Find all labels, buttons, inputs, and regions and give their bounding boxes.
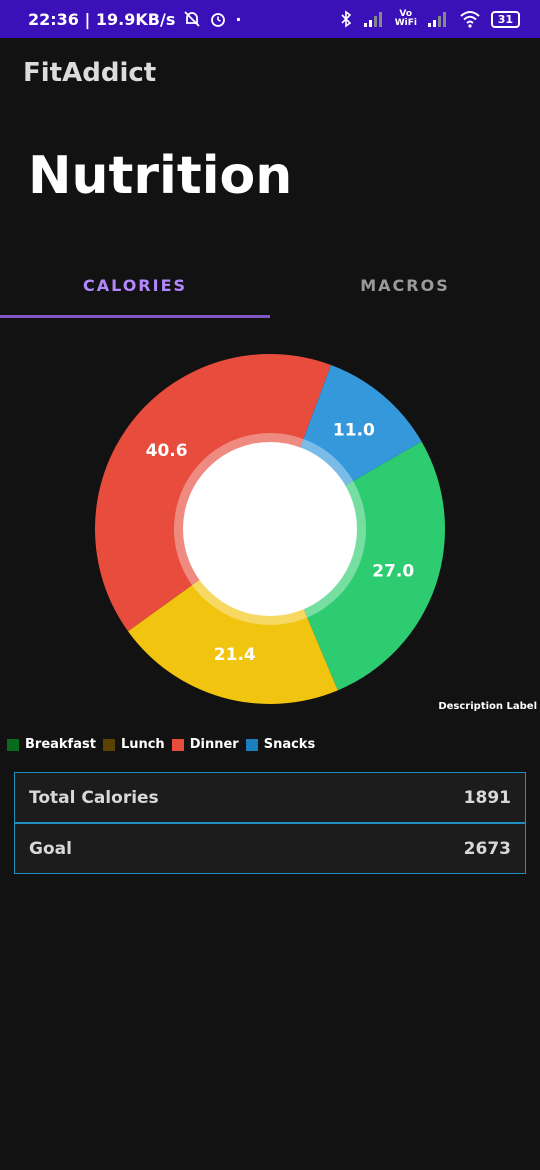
bluetooth-icon: [339, 10, 353, 28]
legend-label: Snacks: [263, 737, 316, 752]
slice-value-label-snacks: 11.0: [333, 421, 375, 441]
goal-value: 2673: [463, 838, 511, 859]
status-time-speed: 22:36 | 19.9KB/s: [28, 9, 176, 29]
chart-legend: Breakfast Lunch Dinner Snacks: [7, 737, 322, 752]
status-right: Vo WiFi 31: [339, 10, 520, 28]
signal-icon-2: [427, 11, 449, 27]
slice-value-label-breakfast: 27.0: [372, 561, 414, 581]
legend-label: Lunch: [120, 737, 165, 752]
tab-macros[interactable]: MACROS: [270, 262, 540, 318]
legend-item-snacks: Snacks: [245, 737, 316, 752]
legend-item-lunch: Lunch: [102, 737, 165, 752]
signal-icon: [363, 11, 385, 27]
legend-item-dinner: Dinner: [171, 737, 239, 752]
mute-bell-icon: [183, 10, 201, 28]
legend-swatch: [102, 738, 115, 751]
page-title: Nutrition: [28, 146, 293, 206]
goal-label: Goal: [29, 838, 72, 859]
calories-pie-chart[interactable]: 27.0 21.4 40.6 11.0: [0, 340, 540, 720]
wifi-icon: [459, 10, 481, 28]
chart-description-label: Description Label: [438, 701, 537, 712]
legend-swatch: [7, 738, 19, 751]
dot-icon: ·: [235, 9, 242, 29]
goal-row: Goal 2673: [14, 823, 526, 874]
tab-bar: CALORIES MACROS: [0, 262, 540, 318]
alarm-icon: [209, 10, 227, 28]
chart-hole: [183, 442, 357, 616]
legend-swatch: [171, 738, 184, 751]
legend-label: Breakfast: [25, 737, 96, 752]
vowifi-label: Vo WiFi: [394, 9, 417, 28]
battery-icon: 31: [490, 10, 520, 28]
total-calories-label: Total Calories: [29, 787, 159, 808]
legend-item-breakfast: Breakfast: [7, 737, 96, 752]
legend-swatch: [245, 738, 258, 751]
status-bar: 22:36 | 19.9KB/s · Vo WiFi 31: [0, 0, 540, 38]
app-title: FitAddict: [23, 58, 157, 88]
total-calories-row: Total Calories 1891: [14, 772, 526, 823]
legend-label: Dinner: [189, 737, 239, 752]
slice-value-label-dinner: 40.6: [146, 441, 188, 461]
tab-calories[interactable]: CALORIES: [0, 262, 270, 318]
status-left: 22:36 | 19.9KB/s ·: [28, 10, 241, 29]
slice-value-label-lunch: 21.4: [214, 645, 256, 665]
total-calories-value: 1891: [463, 787, 511, 808]
